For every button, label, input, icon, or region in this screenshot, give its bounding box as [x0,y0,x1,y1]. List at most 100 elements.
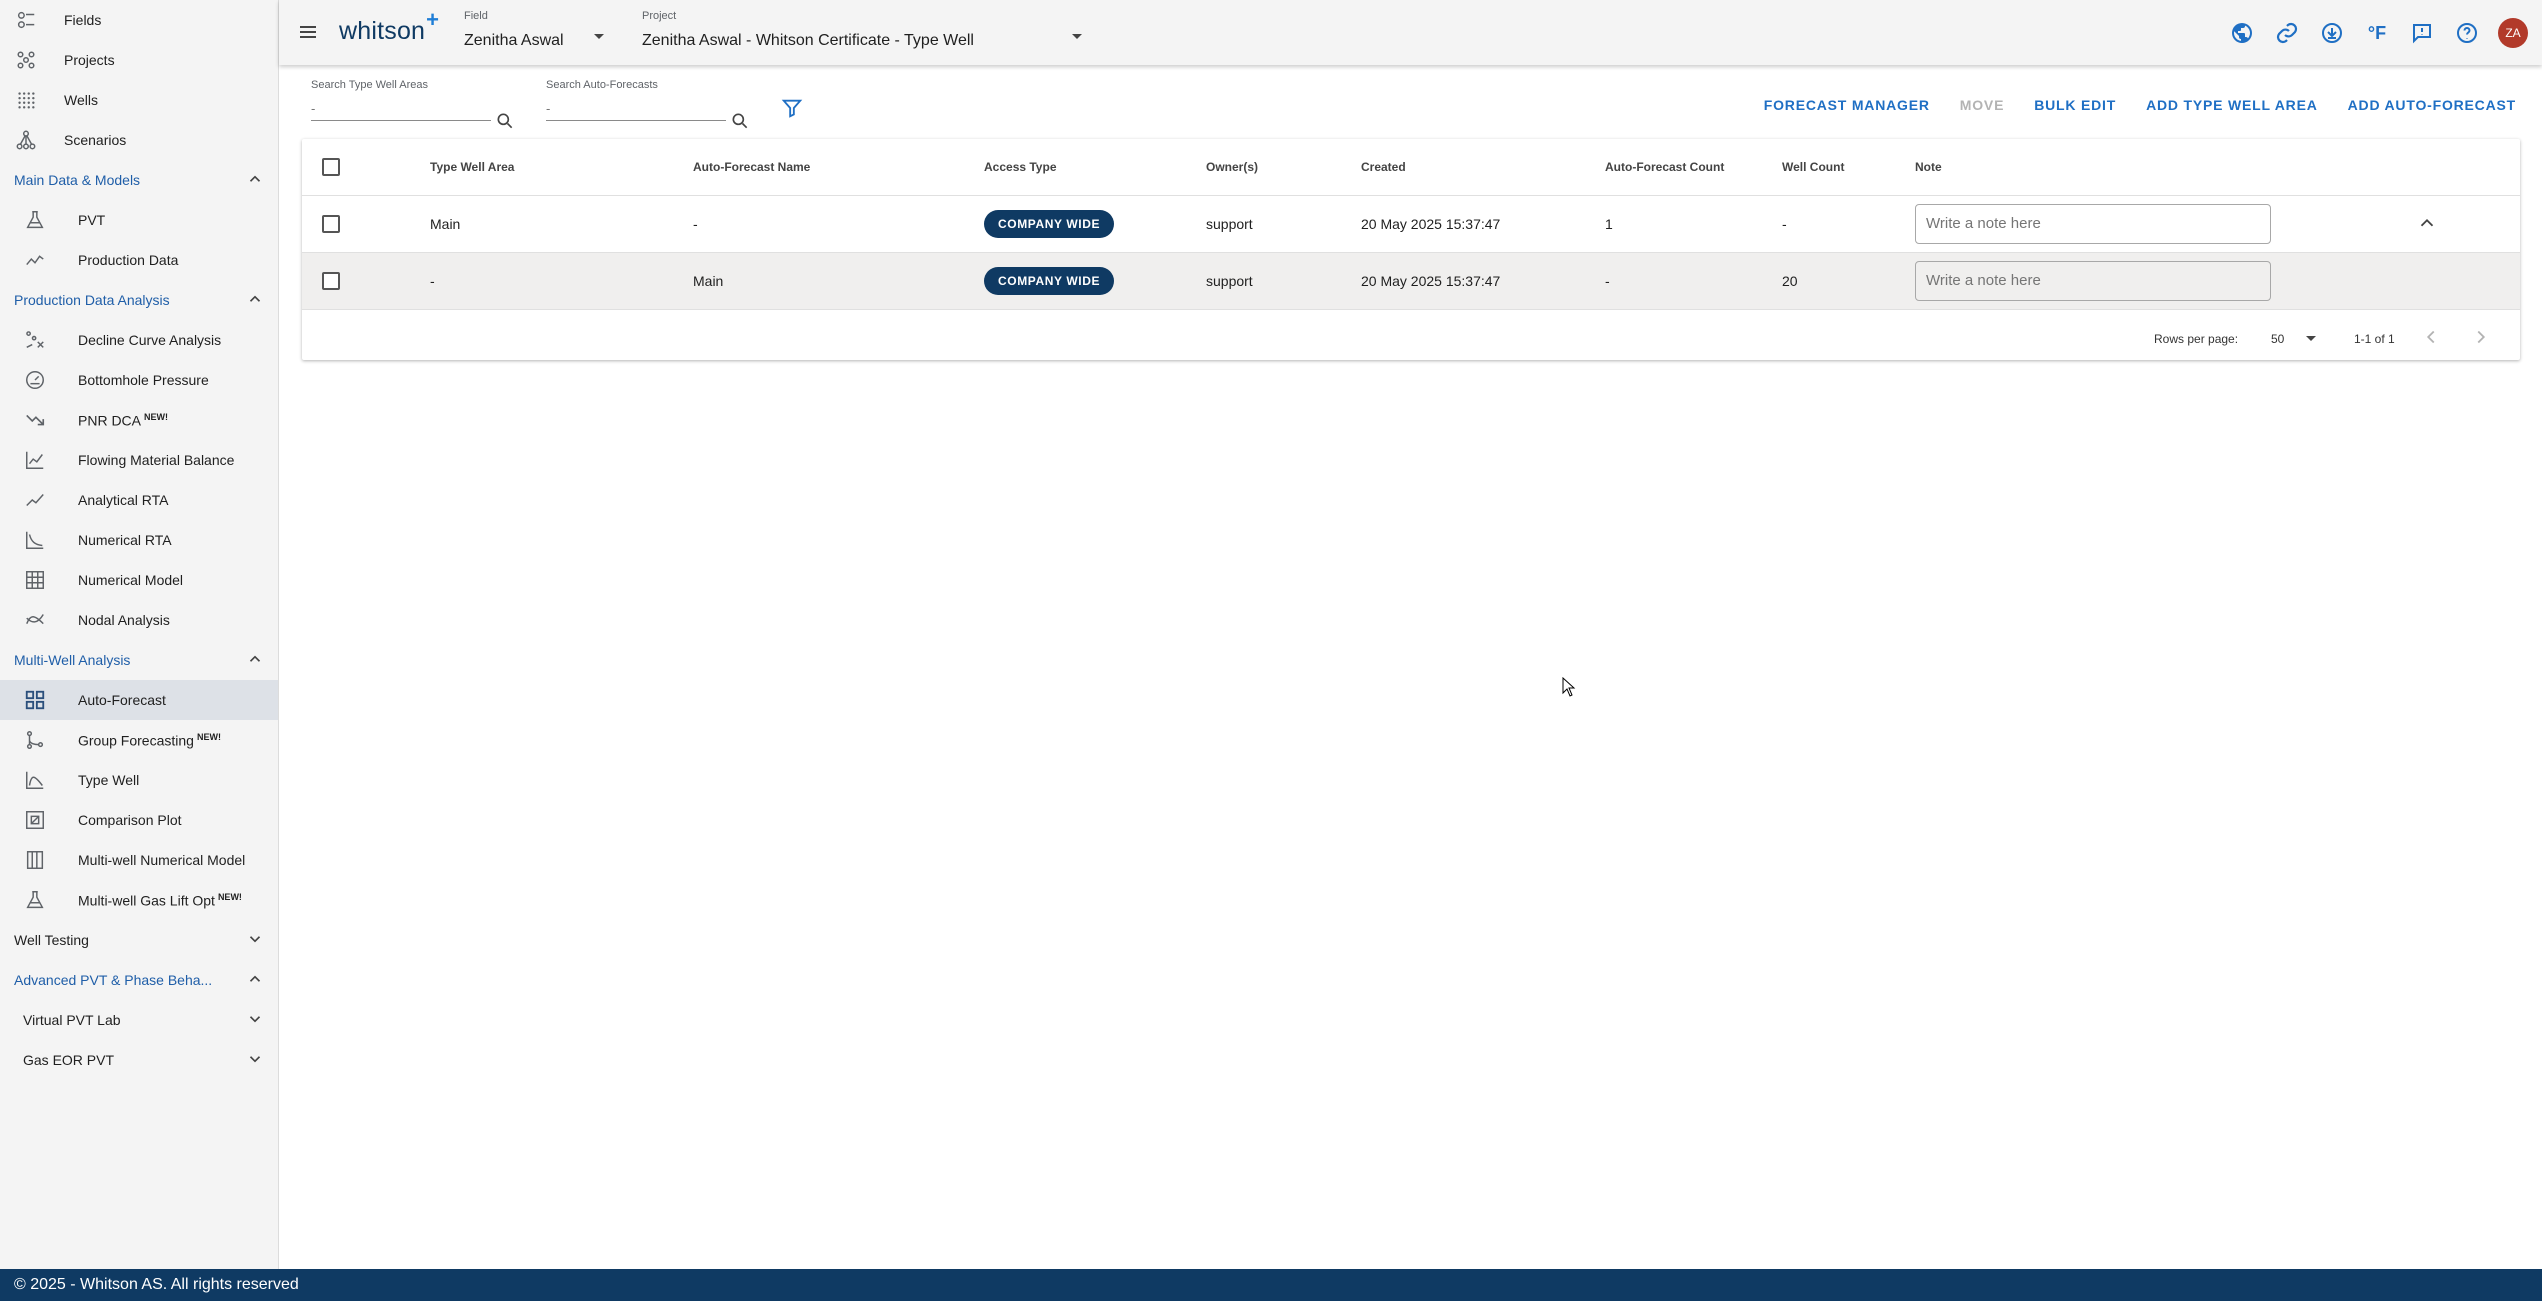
header-created[interactable]: Created [1361,139,1406,195]
row-checkbox[interactable] [322,272,340,290]
table-row[interactable]: - Main COMPANY WIDE support 20 May 2025 … [302,253,2520,310]
sidebar-item-wells[interactable]: Wells [0,80,278,120]
move-button[interactable]: MOVE [1960,97,2004,113]
section-well-testing[interactable]: Well Testing [0,920,278,960]
search-auto-forecast-input[interactable] [546,91,726,121]
caret-down-icon [2306,336,2317,341]
forecast-manager-button[interactable]: FORECAST MANAGER [1764,97,1930,113]
section-title: Virtual PVT Lab [23,1012,121,1028]
sidebar-item-decline-curve-analysis[interactable]: Decline Curve Analysis [0,320,278,360]
header-well-count[interactable]: Well Count [1782,139,1844,195]
sidebar-item-multi-well-numerical-model[interactable]: Multi-well Numerical Model [0,840,278,880]
note-input[interactable] [1915,261,2271,301]
note-input[interactable] [1915,204,2271,244]
header-auto-forecast-name[interactable]: Auto-Forecast Name [693,139,810,195]
sidebar-item-pvt[interactable]: PVT [0,200,278,240]
feedback-icon[interactable] [2408,19,2436,47]
section-title: Gas EOR PVT [23,1052,115,1068]
field-selector[interactable]: Field Zenitha Aswal [464,6,614,50]
caret-down-icon [1072,34,1082,39]
scenarios-icon [14,129,38,151]
section-multi-well-analysis[interactable]: Multi-Well Analysis [0,640,278,680]
mouse-cursor-icon [1562,677,1576,697]
chevron-right-icon[interactable] [2470,326,2492,351]
table-row[interactable]: Main - COMPANY WIDE support 20 May 2025 … [302,196,2520,253]
avatar[interactable]: ZA [2498,18,2528,48]
cell-well-count: 20 [1782,273,1798,289]
header-owners[interactable]: Owner(s) [1206,139,1258,195]
add-type-well-area-button[interactable]: ADD TYPE WELL AREA [2146,97,2318,113]
search-icon[interactable] [495,111,515,131]
chevron-left-icon[interactable] [2420,326,2442,351]
menu-icon[interactable] [296,20,320,44]
bulk-edit-button[interactable]: BULK EDIT [2034,97,2116,113]
rows-per-page-label: Rows per page: [2154,331,2239,346]
sidebar-item-flowing-material-balance[interactable]: Flowing Material Balance [0,440,278,480]
sidebar-item-label: Scenarios [64,132,127,148]
chevron-down-icon [246,1010,264,1031]
section-main-data-models[interactable]: Main Data & Models [0,160,278,200]
sidebar-item-group-forecasting[interactable]: Group Forecasting NEW! [0,720,278,760]
section-gas-eor-pvt[interactable]: Gas EOR PVT [0,1040,278,1080]
sidebar-item-numerical-rta[interactable]: Numerical RTA [0,520,278,560]
grid-model-icon [22,569,48,591]
sidebar-item-label: Multi-well Numerical Model [78,852,246,868]
new-badge: NEW! [217,891,242,902]
gauge-icon [22,369,48,391]
sidebar-item-fields[interactable]: Fields [0,0,278,40]
chevron-down-icon [246,930,264,951]
sidebar-item-scenarios[interactable]: Scenarios [0,120,278,160]
select-all-checkbox[interactable] [322,158,340,176]
sidebar-item-label: PNR DCA NEW! [78,411,169,429]
sidebar-item-projects[interactable]: Projects [0,40,278,80]
comparison-icon [22,809,48,831]
section-production-data-analysis[interactable]: Production Data Analysis [0,280,278,320]
header-auto-forecast-count[interactable]: Auto-Forecast Count [1605,139,1724,195]
search-type-well-input[interactable] [311,91,491,121]
cell-created: 20 May 2025 15:37:47 [1361,216,1501,232]
flask-icon [22,209,48,231]
help-icon[interactable] [2453,19,2481,47]
sidebar-item-label: Numerical RTA [78,532,172,548]
table-pagination: Rows per page: 50 1-1 of 1 [302,310,2520,367]
chevron-up-icon[interactable] [2416,212,2438,237]
sidebar-item-comparison-plot[interactable]: Comparison Plot [0,800,278,840]
sidebar-item-pnr-dca[interactable]: PNR DCA NEW! [0,400,278,440]
rows-per-page-select[interactable]: 50 [2271,332,2317,346]
row-checkbox[interactable] [322,215,340,233]
nodal-curves-icon [22,609,48,631]
sidebar-item-numerical-model[interactable]: Numerical Model [0,560,278,600]
section-advanced-pvt[interactable]: Advanced PVT & Phase Beha... [0,960,278,1000]
add-auto-forecast-button[interactable]: ADD AUTO-FORECAST [2348,97,2516,113]
sidebar-item-label: Projects [64,52,115,68]
sidebar-item-analytical-rta[interactable]: Analytical RTA [0,480,278,520]
cell-auto-forecast-name: - [693,216,698,232]
header-access-type[interactable]: Access Type [984,139,1057,195]
link-icon[interactable] [2273,19,2301,47]
sidebar-item-label: Numerical Model [78,572,184,588]
sidebar-item-type-well[interactable]: Type Well [0,760,278,800]
globe-icon[interactable] [2228,19,2256,47]
filter-icon[interactable] [781,97,803,119]
whitson-logo[interactable]: whitson+ [339,7,439,46]
sidebar-item-bottomhole-pressure[interactable]: Bottomhole Pressure [0,360,278,400]
line-chart-icon [22,449,48,471]
new-badge: NEW! [144,411,169,422]
temperature-unit-toggle[interactable]: °F [2363,19,2391,47]
sidebar-item-auto-forecast[interactable]: Auto-Forecast [0,680,278,720]
header-type-well-area[interactable]: Type Well Area [430,139,514,195]
project-selector[interactable]: Project Zenitha Aswal - Whitson Certific… [642,6,1092,50]
search-type-well-areas: Search Type Well Areas [311,79,515,129]
sidebar-item-label: Decline Curve Analysis [78,332,222,348]
sidebar-item-label: Comparison Plot [78,812,182,828]
download-icon[interactable] [2318,19,2346,47]
chevron-up-icon [246,290,264,311]
sidebar-item-production-data[interactable]: Production Data [0,240,278,280]
sidebar-item-nodal-analysis[interactable]: Nodal Analysis [0,600,278,640]
sidebar-item-multi-well-gas-lift-opt[interactable]: Multi-well Gas Lift Opt NEW! [0,880,278,920]
sidebar-item-label: Type Well [78,772,140,788]
section-virtual-pvt-lab[interactable]: Virtual PVT Lab [0,1000,278,1040]
search-icon[interactable] [730,111,750,131]
header-note: Note [1915,160,1942,174]
projects-icon [14,49,38,71]
